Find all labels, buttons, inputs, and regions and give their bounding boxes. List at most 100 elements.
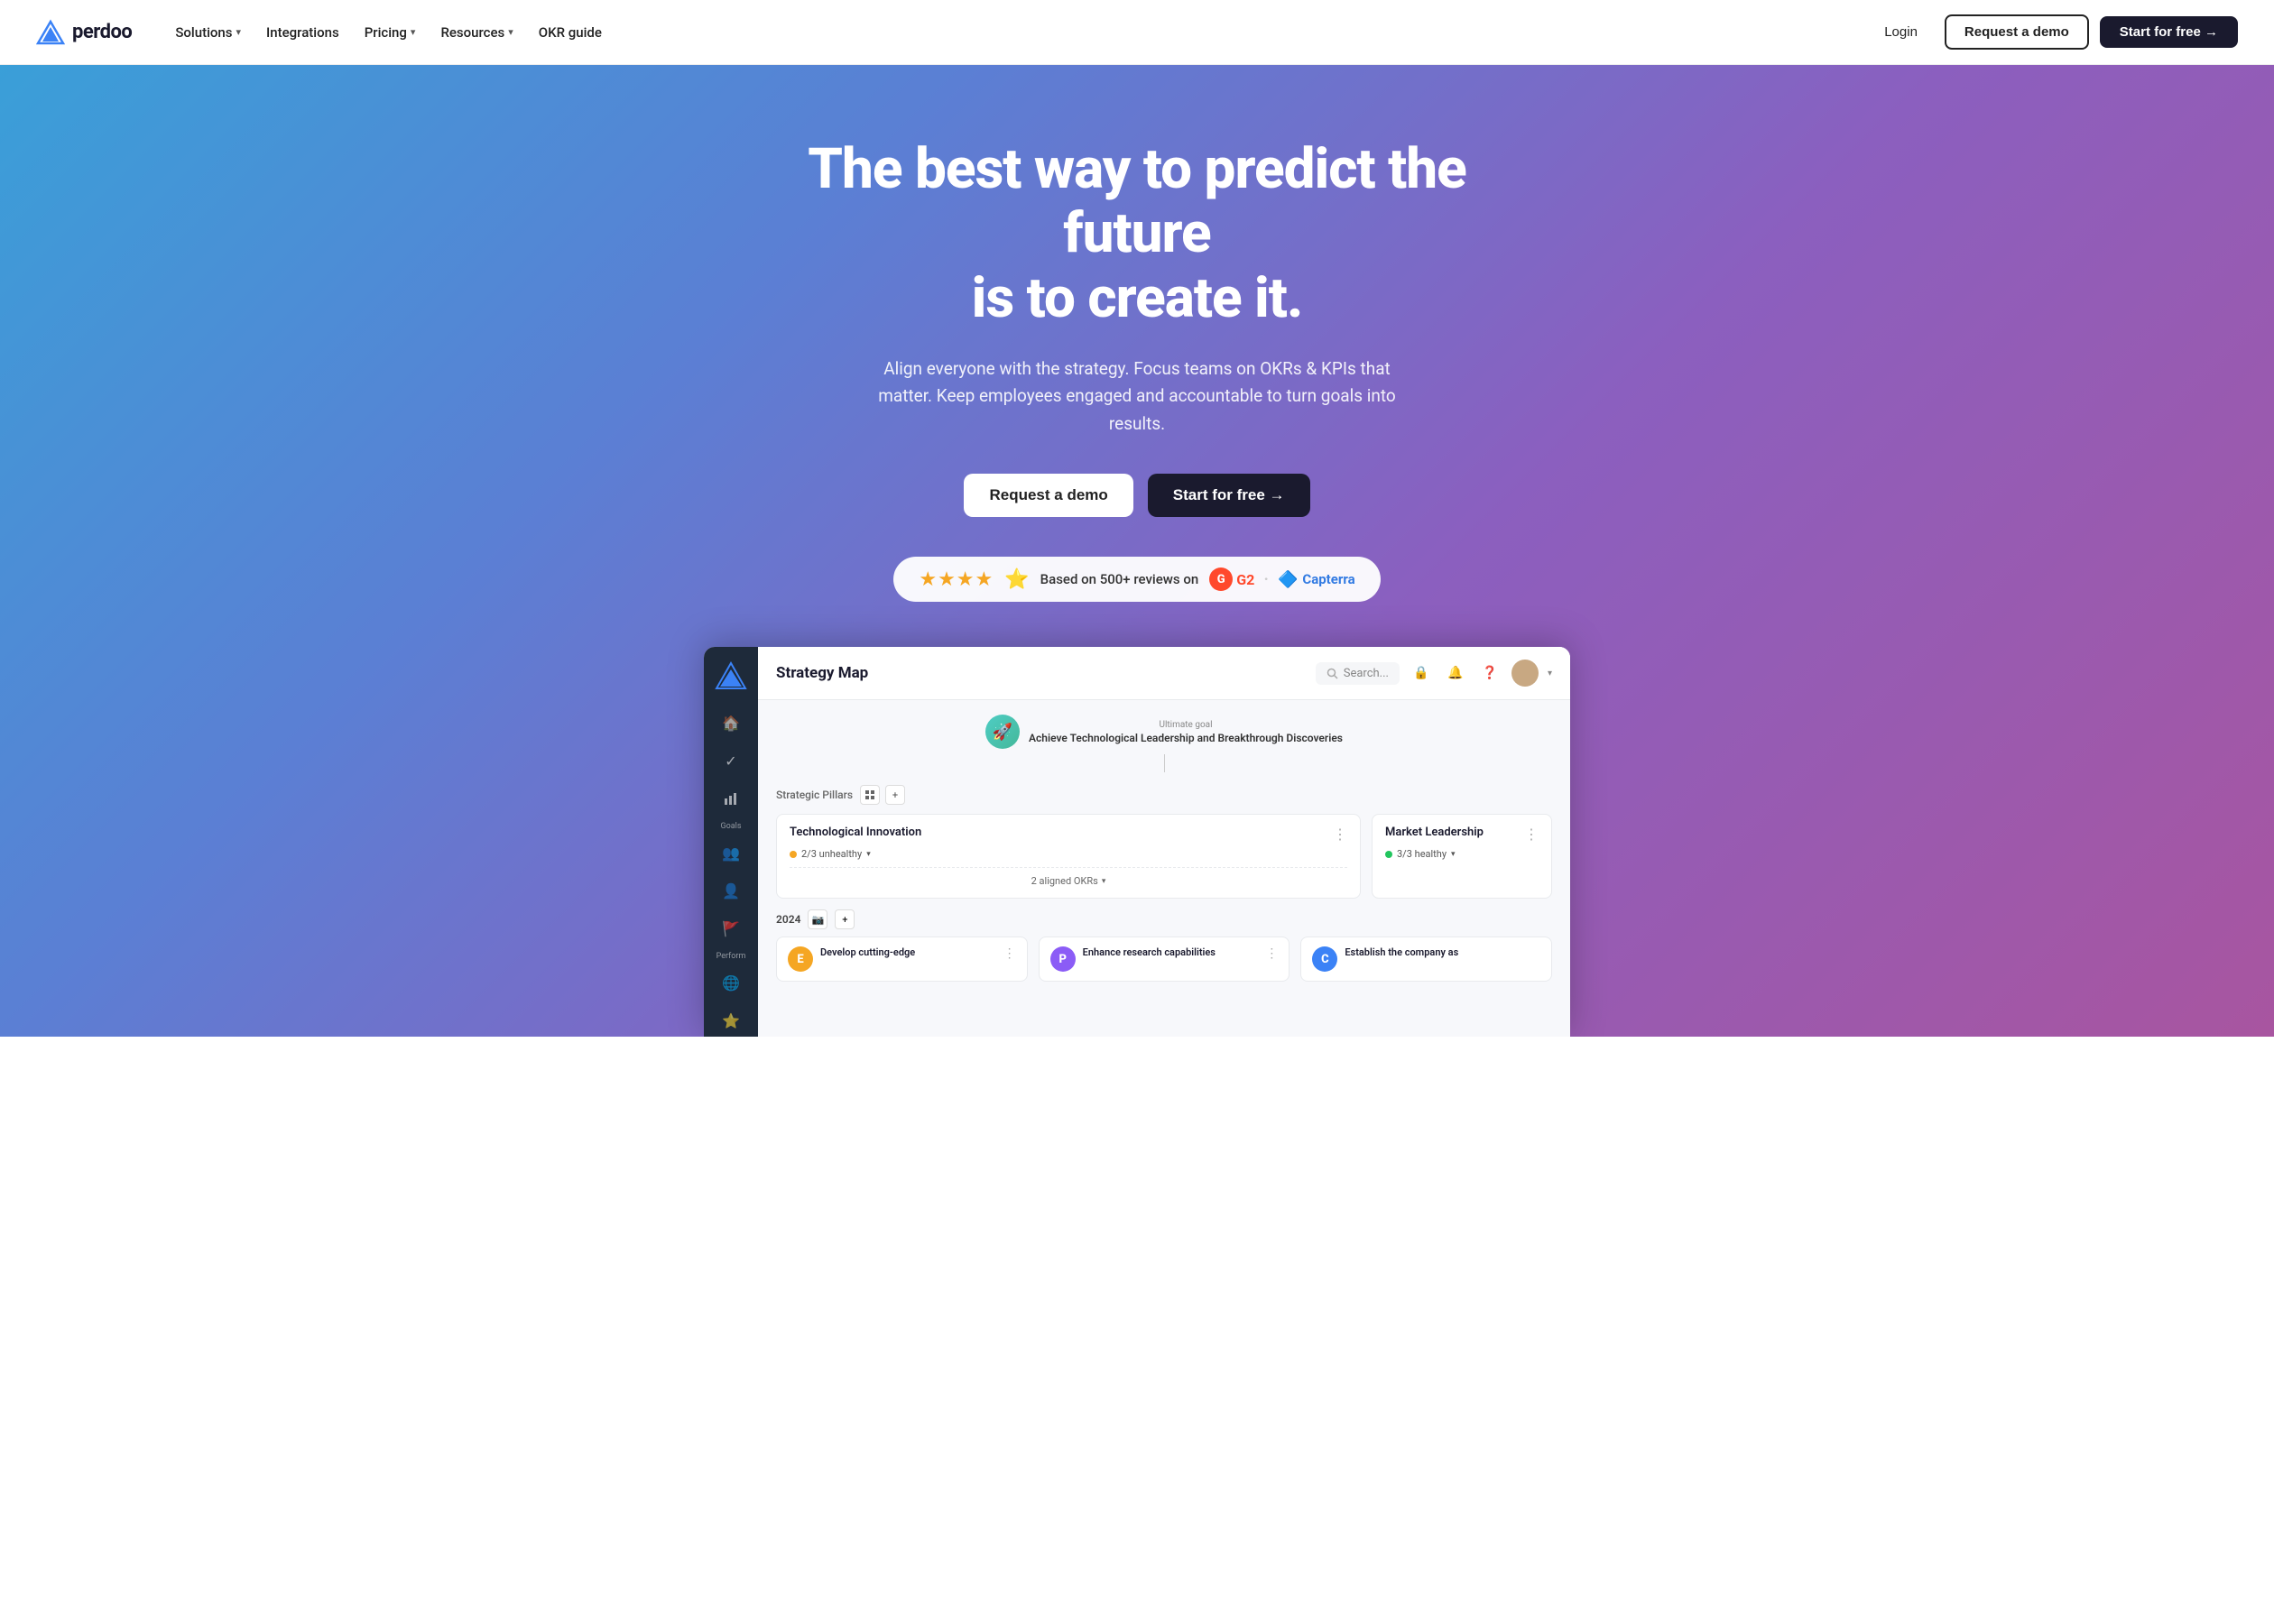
pillar-card-1: Market Leadership ⋮ 3/3 healthy ▾ [1372,814,1552,899]
navbar: perdoo Solutions ▾ Integrations Pricing … [0,0,2274,65]
search-placeholder: Search... [1344,667,1389,680]
objective-cards-row: E Develop cutting-edge ⋮ P [776,937,1552,982]
hero-buttons: Request a demo Start for free → [36,474,2238,517]
obj-card-2: C Establish the company as [1300,937,1552,982]
capterra-icon: 🔷 [1278,570,1298,589]
pillar-add-btn[interactable]: + [885,785,905,805]
year-row: 2024 📷 + [776,909,1552,929]
obj-menu-icon-0[interactable]: ⋮ [1003,946,1016,961]
sidebar-label-perform: Perform [716,952,746,961]
pillar-header-0: Technological Innovation ⋮ [790,826,1347,843]
hero-subtitle: Align everyone with the strategy. Focus … [875,355,1399,438]
app-mockup: 🏠 ✓ Goals 👥 👤 🚩 Perform 🌐 ⭐ [704,647,1570,1037]
half-star-icon: ⭐ [1004,568,1029,591]
pillar-menu-icon-1[interactable]: ⋮ [1524,826,1539,843]
pillar-name-1: Market Leadership [1385,826,1484,839]
nav-right: Login Request a demo Start for free → [1868,14,2238,50]
start-free-button-hero[interactable]: Start for free → [1148,474,1310,517]
nav-item-okr-guide[interactable]: OKR guide [528,17,613,48]
nav-item-resources[interactable]: Resources ▾ [430,17,523,48]
grid-icon [864,789,875,800]
chevron-down-icon-resources: ▾ [508,26,513,38]
bell-icon[interactable]: 🔔 [1443,660,1468,686]
year-add-btn[interactable]: + [835,909,855,929]
pillar-status-1: 3/3 healthy ▾ [1385,848,1539,860]
search-icon [1326,668,1338,679]
pillars-controls: + [860,785,905,805]
year-camera-btn[interactable]: 📷 [808,909,827,929]
login-button[interactable]: Login [1868,17,1934,47]
pillar-header-1: Market Leadership ⋮ [1385,826,1539,843]
aligned-okrs-0[interactable]: 2 aligned OKRs ▾ [790,867,1347,887]
lock-icon[interactable]: 🔒 [1409,660,1434,686]
request-demo-button-hero[interactable]: Request a demo [964,474,1132,517]
chevron-okrs-0: ▾ [1102,877,1106,886]
goal-icon: 🚀 [985,715,1020,749]
reviews-badge: ★★★★⭐ Based on 500+ reviews on G G2 · 🔷 … [893,557,1380,602]
avatar[interactable] [1511,660,1539,687]
sidebar-icon-person[interactable]: 👤 [715,874,747,907]
pillars-label: Strategic Pillars [776,789,853,801]
obj-title-0: Develop cutting-edge [820,946,915,959]
obj-card-0: E Develop cutting-edge ⋮ [776,937,1028,982]
g2-icon: G [1209,567,1233,591]
pillars-row: Technological Innovation ⋮ 2/3 unhealthy… [776,814,1552,899]
status-dot-1 [1385,851,1392,858]
pillar-name-0: Technological Innovation [790,826,921,839]
chevron-down-icon-pricing: ▾ [411,26,416,38]
sidebar-icon-home[interactable]: 🏠 [715,706,747,739]
obj-title-2: Establish the company as [1345,946,1458,959]
connector-line [1164,754,1165,772]
nav-item-integrations[interactable]: Integrations [255,17,350,48]
app-mockup-wrapper: 🏠 ✓ Goals 👥 👤 🚩 Perform 🌐 ⭐ [36,647,2238,1037]
help-icon[interactable]: ❓ [1477,660,1502,686]
nav-item-pricing[interactable]: Pricing ▾ [354,17,427,48]
app-sidebar: 🏠 ✓ Goals 👥 👤 🚩 Perform 🌐 ⭐ [704,647,758,1037]
obj-card-1: P Enhance research capabilities ⋮ [1039,937,1290,982]
chevron-status-1: ▾ [1451,850,1456,859]
ultimate-goal: 🚀 Ultimate goal Achieve Technological Le… [985,715,1343,749]
sidebar-icon-globe[interactable]: 🌐 [715,966,747,999]
request-demo-button-nav[interactable]: Request a demo [1945,14,2089,50]
nav-item-solutions[interactable]: Solutions ▾ [164,17,252,48]
logo-text: perdoo [72,21,132,43]
divider: · [1263,568,1269,590]
year-label: 2024 [776,913,800,926]
pillar-view-btn[interactable] [860,785,880,805]
obj-title-1: Enhance research capabilities [1083,946,1216,959]
obj-menu-icon-1[interactable]: ⋮ [1265,946,1278,961]
app-header-right: Search... 🔒 🔔 ❓ ▾ [1316,660,1552,687]
app-header: Strategy Map Search... 🔒 🔔 ❓ [758,647,1570,700]
pillar-status-0: 2/3 unhealthy ▾ [790,848,1347,860]
obj-icon-2: C [1312,946,1337,972]
obj-card-header-2: C Establish the company as [1312,946,1540,972]
sidebar-icon-flag[interactable]: 🚩 [715,912,747,945]
logo-icon [36,18,65,47]
sidebar-label-goals: Goals [721,822,742,831]
obj-icon-1: P [1050,946,1076,972]
strategy-section: 🚀 Ultimate goal Achieve Technological Le… [776,715,1552,772]
pillar-menu-icon-0[interactable]: ⋮ [1333,826,1347,843]
hero-title: The best way to predict the future is to… [785,137,1489,330]
status-dot-0 [790,851,797,858]
search-box[interactable]: Search... [1316,662,1400,685]
capterra-logo: 🔷 Capterra [1278,570,1355,589]
star-icons: ★★★★ [919,568,994,591]
hero-section: The best way to predict the future is to… [0,65,2274,1037]
ultimate-goal-label: Ultimate goal [1029,720,1343,730]
app-main: Strategy Map Search... 🔒 🔔 ❓ [758,647,1570,1037]
logo-link[interactable]: perdoo [36,18,132,47]
chevron-status-0: ▾ [866,850,871,859]
start-free-button-nav[interactable]: Start for free → [2100,16,2238,48]
chevron-down-icon: ▾ [236,26,242,38]
avatar-chevron[interactable]: ▾ [1548,669,1552,678]
nav-links: Solutions ▾ Integrations Pricing ▾ Resou… [164,17,1868,48]
sidebar-icon-team[interactable]: 👥 [715,836,747,869]
sidebar-icon-check[interactable]: ✓ [715,744,747,777]
obj-icon-0: E [788,946,813,972]
sidebar-icon-chart[interactable] [715,782,747,815]
sidebar-logo-icon [715,660,747,692]
app-header-title: Strategy Map [776,664,868,682]
obj-card-header-1: P Enhance research capabilities ⋮ [1050,946,1279,972]
sidebar-icon-star[interactable]: ⭐ [715,1004,747,1037]
